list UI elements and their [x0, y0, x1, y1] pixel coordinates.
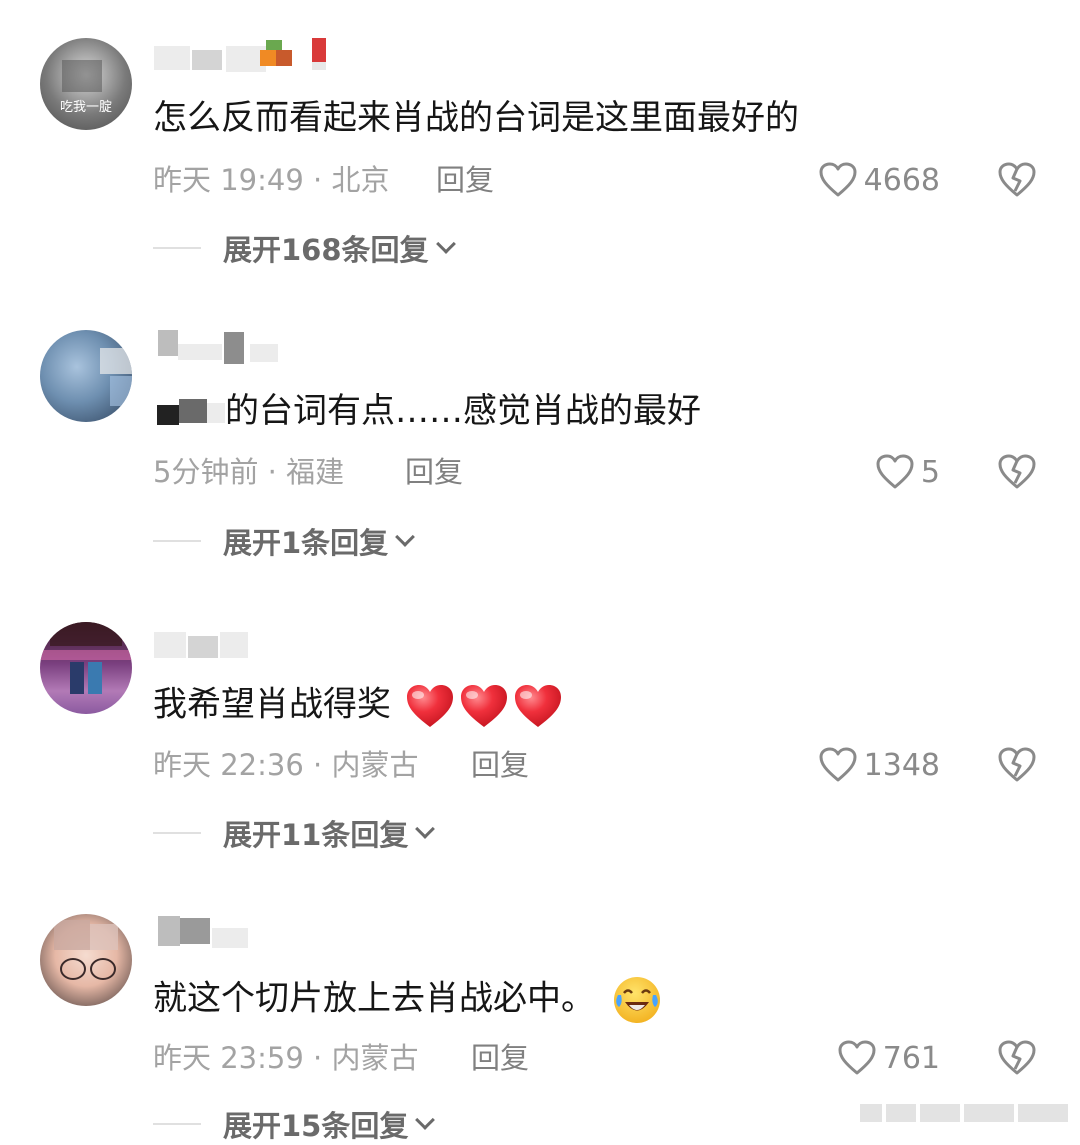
expand-replies[interactable]: 展开1条回复 [153, 520, 416, 562]
like-button[interactable]: 4668 [790, 160, 940, 200]
comment-meta: 昨天 19:49 · 北京 [153, 163, 390, 197]
glasses [60, 958, 86, 980]
watermark [860, 1104, 1070, 1122]
like-button[interactable]: 1348 [800, 745, 940, 785]
heart-outline-icon [819, 747, 857, 782]
expand-replies[interactable]: 展开15条回复 [153, 1103, 436, 1145]
divider-line [153, 832, 201, 834]
chevron-down-icon [415, 819, 436, 839]
redacted-text [153, 395, 225, 431]
broken-heart-icon [998, 162, 1036, 197]
heart-outline-icon [838, 1040, 876, 1075]
comment-meta: 昨天 22:36 · 内蒙古 [153, 748, 419, 782]
heart-outline-icon [819, 162, 857, 197]
chevron-down-icon [415, 1110, 436, 1130]
comment-text: 我希望肖战得奖 [153, 682, 564, 730]
comment-meta: 昨天 23:59 · 内蒙古 [153, 1041, 419, 1075]
comment-text: 就这个切片放上去肖战必中。 [153, 975, 662, 1025]
avatar[interactable] [40, 914, 132, 1006]
like-count: 761 [882, 1040, 940, 1076]
broken-heart-icon [998, 747, 1036, 782]
username-blurred[interactable] [154, 622, 354, 662]
expand-replies-label[interactable]: 展开1条回复 [223, 520, 388, 562]
username-blurred[interactable] [154, 330, 354, 370]
broken-heart-icon [998, 1040, 1036, 1075]
comment-meta: 5分钟前 · 福建 [153, 455, 345, 489]
avatar-caption: 吃我一腚 [59, 100, 112, 115]
comment-text-content: 就这个切片放上去肖战必中。 [153, 978, 595, 1019]
dislike-button[interactable] [996, 744, 1038, 786]
expand-replies[interactable]: 展开168条回复 [153, 227, 456, 269]
comment-text: 怎么反而看起来肖战的台词是这里面最好的 [153, 98, 799, 138]
comment-text: 的台词有点……感觉肖战的最好 [153, 389, 701, 433]
divider-line [153, 1123, 201, 1125]
like-count: 5 [920, 454, 940, 490]
avatar[interactable] [40, 330, 132, 422]
username-blurred[interactable] [154, 914, 354, 954]
comment-text-content: 的台词有点……感觉肖战的最好 [225, 391, 701, 431]
broken-heart-icon [998, 454, 1036, 489]
expand-replies-label[interactable]: 展开168条回复 [223, 227, 429, 269]
reply-button[interactable]: 回复 [405, 454, 463, 490]
like-count: 4668 [863, 162, 940, 198]
red-heart-emoji [406, 685, 453, 727]
expand-replies[interactable]: 展开11条回复 [153, 812, 436, 854]
like-button[interactable]: 5 [840, 452, 940, 492]
avatar[interactable] [40, 622, 132, 714]
dislike-button[interactable] [996, 159, 1038, 201]
username-badge-icon [312, 38, 326, 74]
username-blurred[interactable] [154, 38, 354, 78]
laughing-crying-emoji [613, 977, 660, 1023]
like-count: 1348 [863, 747, 940, 783]
divider-line [153, 540, 201, 542]
chevron-down-icon [435, 234, 456, 254]
red-heart-emoji [460, 685, 507, 727]
like-button[interactable]: 761 [820, 1038, 940, 1078]
reply-button[interactable]: 回复 [471, 1040, 529, 1076]
divider-line [153, 247, 201, 249]
red-heart-emoji [514, 685, 561, 727]
chevron-down-icon [395, 527, 416, 547]
heart-outline-icon [876, 454, 914, 489]
expand-replies-label[interactable]: 展开15条回复 [223, 1103, 408, 1145]
comment-text-content: 我希望肖战得奖 [153, 684, 391, 725]
reply-button[interactable]: 回复 [436, 162, 494, 198]
reply-button[interactable]: 回复 [471, 747, 529, 783]
avatar[interactable]: 吃我一腚 [40, 38, 132, 130]
expand-replies-label[interactable]: 展开11条回复 [223, 812, 408, 854]
dislike-button[interactable] [996, 451, 1038, 493]
username-badge-icon [258, 38, 292, 74]
dislike-button[interactable] [996, 1037, 1038, 1079]
